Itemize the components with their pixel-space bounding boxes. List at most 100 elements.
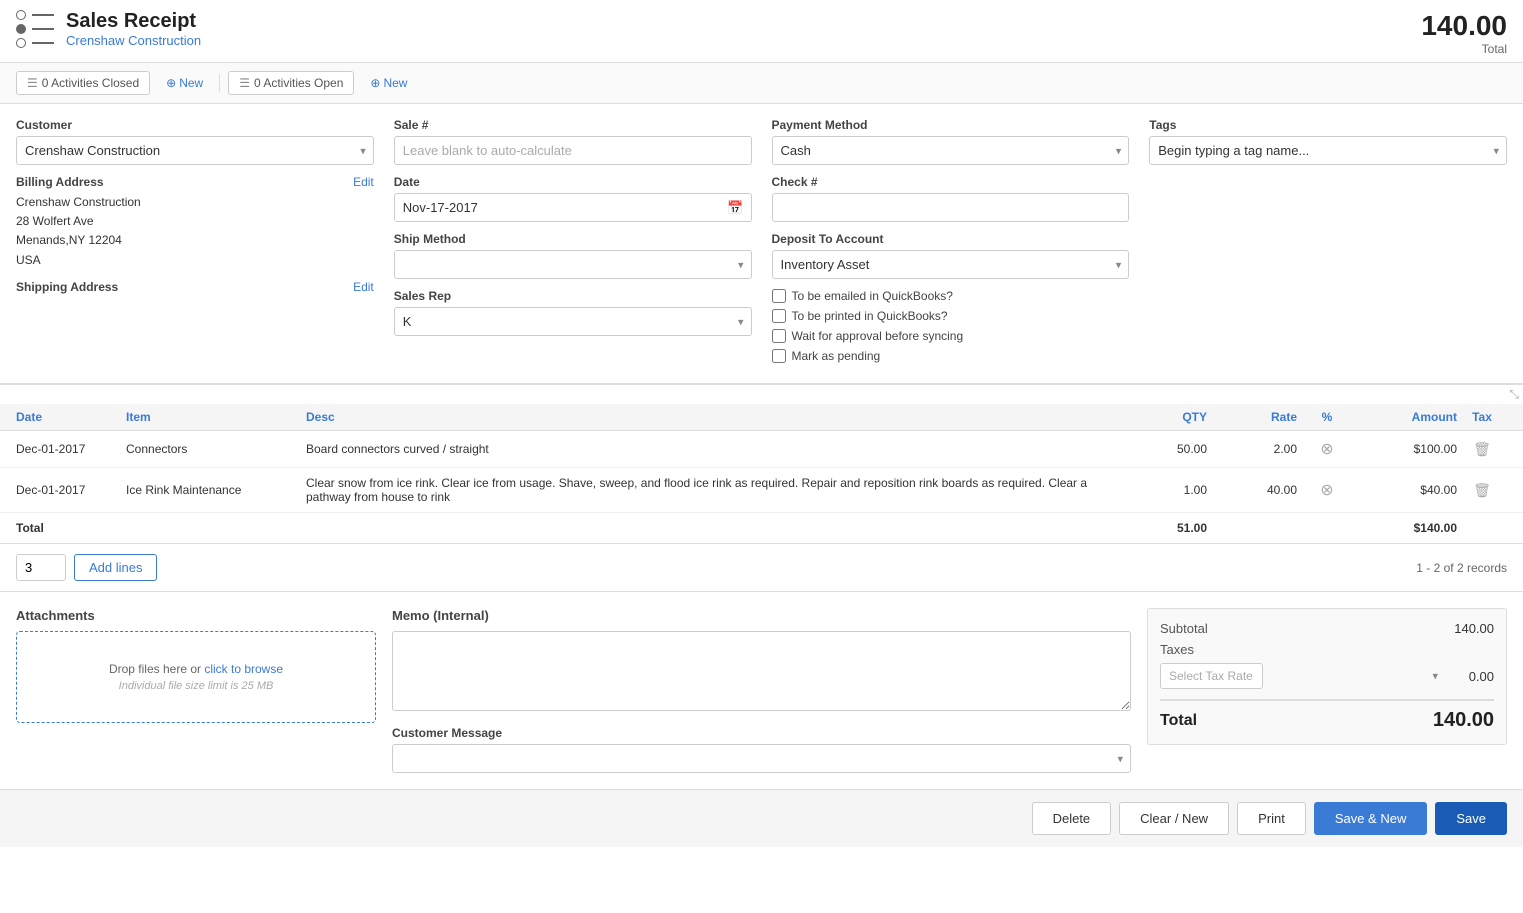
row1-item: Connectors [126, 442, 306, 456]
checkbox-print-label: To be printed in QuickBooks? [792, 309, 948, 323]
sale-input[interactable] [394, 136, 752, 165]
date-input[interactable] [394, 193, 752, 222]
activities-closed-button[interactable]: ☰ 0 Activities Closed [16, 71, 150, 95]
activities-open-button[interactable]: ☰ 0 Activities Open [228, 71, 354, 95]
header-total-label: Total [1421, 42, 1507, 56]
records-count: 1 - 2 of 2 records [1416, 561, 1507, 575]
main-form: Customer Crenshaw Construction Billing A… [0, 104, 1523, 384]
customer-message-select[interactable] [392, 744, 1131, 773]
row1-date: Dec-01-2017 [16, 442, 126, 456]
customer-select-wrapper: Crenshaw Construction [16, 136, 374, 165]
col-qty: QTY [1117, 410, 1207, 424]
payment-method-select[interactable]: Cash [772, 136, 1130, 165]
billing-line4: USA [16, 251, 374, 270]
tags-column: Tags Begin typing a tag name... [1149, 118, 1507, 369]
header-icon [16, 10, 54, 48]
total-qty: 51.00 [1117, 521, 1207, 535]
col-tax: Tax [1457, 410, 1507, 424]
line-items-table: ⤡ Date Item Desc QTY Rate % Amount Tax D… [0, 384, 1523, 544]
checkbox-group: To be emailed in QuickBooks? To be print… [772, 289, 1130, 363]
memo-textarea[interactable] [392, 631, 1131, 711]
billing-line1: Crenshaw Construction [16, 193, 374, 212]
customer-select[interactable]: Crenshaw Construction [16, 136, 374, 165]
save-new-button[interactable]: Save & New [1314, 802, 1428, 835]
row2-date: Dec-01-2017 [16, 483, 126, 497]
shipping-edit-link[interactable]: Edit [353, 280, 374, 294]
row2-percent: ⊗ [1297, 480, 1357, 500]
total-label: Total [16, 521, 126, 535]
row2-delete[interactable]: 🗑 [1457, 482, 1507, 499]
attachments-column: Attachments Drop files here or click to … [16, 608, 376, 773]
billing-address-label: Billing Address [16, 175, 104, 189]
sales-rep-select[interactable]: K [394, 307, 752, 336]
tags-wrapper: Begin typing a tag name... [1149, 136, 1507, 165]
tags-select[interactable]: Begin typing a tag name... [1149, 136, 1507, 165]
checkbox-print[interactable] [772, 309, 786, 323]
checkbox-email[interactable] [772, 289, 786, 303]
file-limit-text: Individual file size limit is 25 MB [37, 680, 355, 692]
activities-open-label: 0 Activities Open [254, 76, 343, 90]
check-input[interactable] [772, 193, 1130, 222]
taxes-label-row: Taxes [1160, 642, 1494, 657]
tax-select-wrapper: Select Tax Rate [1160, 663, 1446, 689]
checkbox-approval-label: Wait for approval before syncing [792, 329, 964, 343]
total-final-label: Total [1160, 712, 1197, 730]
deposit-account-label: Deposit To Account [772, 232, 1130, 246]
drop-text: Drop files here or [109, 662, 204, 676]
checkbox-pending[interactable] [772, 349, 786, 363]
total-final-value: 140.00 [1433, 709, 1494, 732]
checkbox-email-item: To be emailed in QuickBooks? [772, 289, 1130, 303]
print-button[interactable]: Print [1237, 802, 1306, 835]
payment-column: Payment Method Cash Check # Deposit To A… [772, 118, 1130, 369]
col-amount: Amount [1357, 410, 1457, 424]
row1-delete[interactable]: 🗑 [1457, 441, 1507, 458]
add-lines-left: Add lines [16, 554, 157, 581]
deposit-account-select[interactable]: Inventory Asset [772, 250, 1130, 279]
header-total-amount: 140.00 [1421, 10, 1507, 42]
tax-rate-select[interactable]: Select Tax Rate [1160, 663, 1263, 689]
dropzone[interactable]: Drop files here or click to browse Indiv… [16, 631, 376, 723]
row1-percent: ⊗ [1297, 439, 1357, 459]
taxes-label: Taxes [1160, 642, 1194, 657]
checkbox-pending-label: Mark as pending [792, 349, 881, 363]
delete-button[interactable]: Delete [1032, 802, 1112, 835]
company-link[interactable]: Crenshaw Construction [66, 33, 201, 48]
shipping-address-label: Shipping Address [16, 280, 118, 294]
resize-handle[interactable]: ⤡ [0, 385, 1523, 404]
customer-message-label: Customer Message [392, 726, 1131, 740]
date-wrapper: 📅 [394, 193, 752, 222]
total-amount: $140.00 [1357, 521, 1457, 535]
ship-method-select[interactable] [394, 250, 752, 279]
checkbox-approval[interactable] [772, 329, 786, 343]
header-right: 140.00 Total [1421, 10, 1507, 56]
save-button[interactable]: Save [1435, 802, 1507, 835]
row1-amount: $100.00 [1357, 442, 1457, 456]
activities-open-new-button[interactable]: ⊕ New [362, 72, 415, 94]
col-desc: Desc [306, 410, 1117, 424]
subtotal-row: Subtotal 140.00 [1160, 621, 1494, 636]
activities-closed-new-label: New [179, 76, 203, 90]
browse-link[interactable]: click to browse [204, 662, 283, 676]
activities-closed-new-button[interactable]: ⊕ New [158, 72, 211, 94]
lines-count-input[interactable] [16, 554, 66, 581]
tax-select-row: Select Tax Rate 0.00 [1160, 663, 1494, 689]
subtotal-value: 140.00 [1454, 621, 1494, 636]
row1-qty: 50.00 [1117, 442, 1207, 456]
customer-label: Customer [16, 118, 374, 132]
add-lines-button[interactable]: Add lines [74, 554, 157, 581]
activities-closed-icon: ☰ [27, 76, 38, 90]
billing-edit-link[interactable]: Edit [353, 175, 374, 189]
plus-icon-1: ⊕ [166, 76, 176, 90]
icon-line-2 [32, 28, 54, 30]
page-title: Sales Receipt [66, 10, 201, 33]
row1-desc: Board connectors curved / straight [306, 442, 1117, 456]
header-left: Sales Receipt Crenshaw Construction [16, 10, 201, 48]
payment-method-label: Payment Method [772, 118, 1130, 132]
sale-date-column: Sale # Date 📅 Ship Method Sales Rep K [394, 118, 752, 369]
plus-icon-2: ⊕ [370, 76, 380, 90]
header-title: Sales Receipt Crenshaw Construction [66, 10, 201, 48]
ship-method-wrapper [394, 250, 752, 279]
clear-new-button[interactable]: Clear / New [1119, 802, 1229, 835]
customer-column: Customer Crenshaw Construction Billing A… [16, 118, 374, 369]
check-label: Check # [772, 175, 1130, 189]
